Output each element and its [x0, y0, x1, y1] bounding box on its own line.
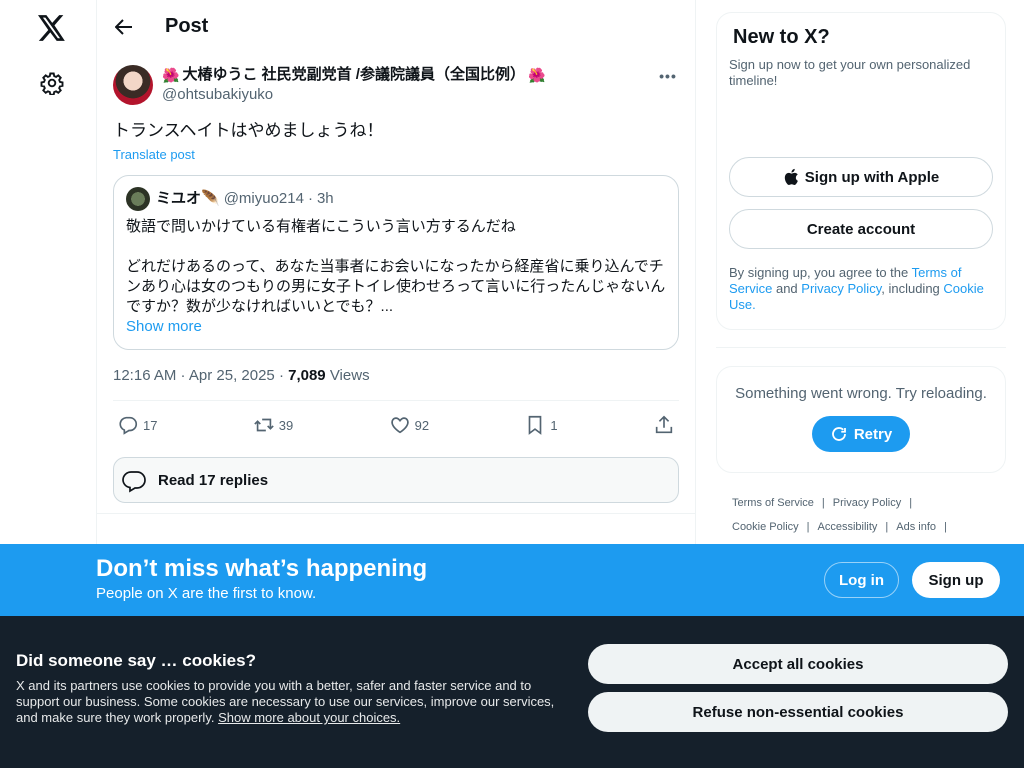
bookmark-count: 1	[550, 417, 558, 433]
display-name[interactable]: 🌺 大椿ゆうこ 社民党副党首 /参議院議員（全国比例） 🌺	[162, 65, 545, 85]
terms-and: and	[772, 281, 802, 296]
signup-terms: By signing up, you agree to the Terms of…	[729, 265, 993, 313]
terms-including: , including	[881, 281, 944, 296]
signup-apple-button[interactable]: Sign up with Apple	[729, 157, 993, 197]
views-label: Views	[325, 367, 370, 384]
footer-cookie-link[interactable]: Cookie Policy	[732, 521, 799, 533]
tweet-timestamp: 12:16 AM · Apr 25, 2025 · 7,089 Views	[113, 367, 679, 401]
footer-accessibility-link[interactable]: Accessibility	[818, 521, 878, 533]
quote-handle: @miyuo214	[223, 190, 304, 207]
share-button[interactable]	[653, 414, 675, 436]
action-bar: 17 39 92 1	[113, 401, 679, 449]
footer-links: Terms of Service | Privacy Policy | Cookie …	[716, 491, 1006, 539]
reply-count: 17	[143, 417, 158, 433]
footer-ads-link[interactable]: Ads info	[896, 521, 936, 533]
tweet: 🌺 大椿ゆうこ 社民党副党首 /参議院議員（全国比例） 🌺 @ohtsubaki…	[97, 53, 695, 503]
apple-icon	[784, 168, 798, 185]
repost-button[interactable]: 39	[253, 414, 293, 436]
bookmark-button[interactable]: 1	[524, 414, 558, 436]
like-count: 92	[414, 417, 430, 433]
cookie-choices-link[interactable]: Show more about your choices.	[218, 710, 400, 725]
footer-terms-link[interactable]: Terms of Service	[732, 497, 814, 509]
signup-apple-label: Sign up with Apple	[804, 168, 940, 186]
accept-cookies-button[interactable]: Accept all cookies	[588, 644, 1008, 684]
new-to-x-title: New to X?	[733, 26, 830, 48]
page-title: Post	[165, 15, 209, 37]
signup-banner: Don’t miss what’s happening People on X …	[0, 544, 1024, 616]
terms-prefix: By signing up, you agree to the	[729, 265, 912, 280]
footer-separator: |	[821, 497, 825, 509]
views-count: 7,089	[288, 367, 326, 384]
heart-icon	[390, 417, 409, 434]
footer-separator: |	[806, 521, 810, 533]
quote-name: ミユオ🪶	[156, 190, 220, 207]
x-logo-icon[interactable]	[28, 4, 76, 52]
quote-tweet[interactable]: ミユオ🪶 @miyuo214 · 3h 敬語で問いかけている有権者にこういう言い…	[113, 175, 679, 350]
avatar[interactable]	[113, 65, 153, 105]
new-to-x-subtitle: Sign up now to get your own personalized…	[729, 57, 971, 88]
cookie-title: Did someone say … cookies?	[16, 651, 256, 670]
translate-post-link[interactable]: Translate post	[113, 147, 195, 162]
refresh-icon	[831, 427, 846, 441]
replies-bubble-icon	[122, 471, 146, 493]
read-replies-button[interactable]: Read 17 replies	[113, 457, 679, 503]
like-button[interactable]: 92	[389, 414, 429, 436]
repost-count: 39	[278, 417, 294, 433]
banner-subtitle: People on X are the first to know.	[96, 585, 317, 602]
bookmark-icon	[529, 415, 542, 435]
quote-text: 敬語で問いかけている有権者にこういう言い方するんだね どれだけあるのって、あなた…	[126, 218, 666, 315]
footer-separator: |	[909, 497, 913, 509]
flower-emoji-icon: 🌺	[527, 67, 546, 83]
timestamp-text[interactable]: 12:16 AM · Apr 25, 2025 ·	[113, 367, 288, 384]
banner-title: Don’t miss what’s happening	[96, 555, 428, 582]
flower-emoji-icon: 🌺	[162, 67, 180, 83]
refuse-cookies-button[interactable]: Refuse non-essential cookies	[588, 692, 1008, 732]
read-replies-label: Read 17 replies	[158, 471, 269, 489]
signup-button[interactable]: Sign up	[912, 562, 1000, 598]
quote-separator: ·	[307, 190, 313, 207]
quote-time: 3h	[316, 190, 334, 207]
create-account-button[interactable]: Create account	[729, 209, 993, 249]
retry-label: Retry	[853, 425, 893, 443]
error-card: Something went wrong. Try reloading. Ret…	[716, 366, 1006, 473]
settings-gear-icon[interactable]	[28, 59, 76, 107]
display-name-text: 大椿ゆうこ 社民党副党首 /参議院議員（全国比例）	[182, 66, 525, 83]
right-sidebar: New to X? Sign up now to get your own pe…	[716, 12, 1006, 539]
back-arrow-icon[interactable]	[113, 16, 135, 38]
error-message: Something went wrong. Try reloading.	[735, 385, 987, 402]
show-more-link[interactable]: Show more	[126, 317, 202, 337]
privacy-link[interactable]: Privacy Policy	[801, 281, 881, 296]
cookie-banner: Did someone say … cookies? X and its par…	[0, 616, 1024, 768]
tweet-text: トランスヘイトはやめましょうね！	[113, 121, 384, 140]
retry-button[interactable]: Retry	[812, 416, 910, 452]
tweet-author: 🌺 大椿ゆうこ 社民党副党首 /参議院議員（全国比例） 🌺 @ohtsubaki…	[113, 65, 679, 105]
handle[interactable]: @ohtsubakiyuko	[162, 85, 545, 105]
top-bar: Post	[97, 0, 695, 53]
reply-button[interactable]: 17	[117, 414, 157, 436]
cookie-text: X and its partners use cookies to provid…	[16, 678, 576, 726]
more-options-icon[interactable]: •••	[657, 65, 679, 87]
quote-avatar	[126, 187, 150, 211]
repost-icon	[254, 418, 274, 432]
signup-card: New to X? Sign up now to get your own pe…	[716, 12, 1006, 330]
footer-separator: |	[885, 521, 889, 533]
sidebar-separator	[716, 347, 1006, 348]
divider	[97, 513, 695, 514]
share-icon	[655, 415, 673, 434]
footer-privacy-link[interactable]: Privacy Policy	[833, 497, 901, 509]
footer-separator: |	[944, 521, 947, 533]
reply-icon	[119, 416, 138, 435]
login-button[interactable]: Log in	[824, 562, 899, 598]
